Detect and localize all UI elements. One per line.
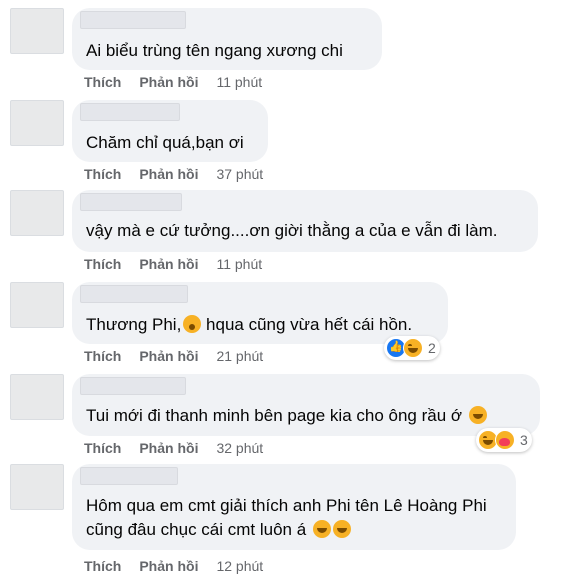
comment-text-part: Tui mới đi thanh minh bên page kia cho ô… [86, 406, 463, 425]
redacted-author-name[interactable] [80, 467, 178, 485]
comment-actions: Thích Phản hồi 11 phút [84, 256, 262, 272]
comment-text-part: Thương Phi, [86, 315, 182, 334]
haha-icon [403, 338, 423, 358]
like-button[interactable]: Thích [84, 74, 121, 90]
avatar[interactable] [10, 100, 64, 146]
care-icon [495, 430, 515, 450]
comment-text: Hôm qua em cmt giải thích anh Phi tên Lê… [86, 494, 487, 542]
rofl-face-icon [312, 520, 331, 538]
like-button[interactable]: Thích [84, 558, 121, 574]
reply-button[interactable]: Phản hồi [139, 74, 198, 90]
comment-actions: Thích Phản hồi 12 phút [84, 558, 263, 574]
comment-text-part: cũng đâu chục cái cmt luôn á [86, 520, 307, 539]
avatar[interactable] [10, 374, 64, 420]
comment-bubble: Ai biểu trùng tên ngang xương chi [72, 8, 382, 70]
reaction-summary[interactable]: 3 [476, 428, 532, 452]
comment-text: Chăm chỉ quá,bạn ơi [86, 133, 244, 152]
redacted-author-name[interactable] [80, 11, 186, 29]
rofl-face-icon [332, 520, 351, 538]
comment-timestamp[interactable]: 32 phút [216, 440, 263, 456]
like-button[interactable]: Thích [84, 166, 121, 182]
comment-bubble: Tui mới đi thanh minh bên page kia cho ô… [72, 374, 540, 436]
comment-text-part: hqua cũng vừa hết cái hồn. [206, 315, 413, 334]
like-button[interactable]: Thích [84, 348, 121, 364]
comment-timestamp[interactable]: 21 phút [216, 348, 263, 364]
comment-bubble: Chăm chỉ quá,bạn ơi [72, 100, 268, 162]
comment-actions: Thích Phản hồi 37 phút [84, 166, 263, 182]
reaction-summary[interactable]: 2 [384, 336, 440, 360]
comment-bubble: Hôm qua em cmt giải thích anh Phi tên Lê… [72, 464, 516, 550]
reply-button[interactable]: Phản hồi [139, 440, 198, 456]
like-button[interactable]: Thích [84, 440, 121, 456]
comment-timestamp[interactable]: 11 phút [216, 74, 262, 90]
redacted-author-name[interactable] [80, 377, 186, 395]
reply-button[interactable]: Phản hồi [139, 558, 198, 574]
comment-timestamp[interactable]: 12 phút [216, 558, 263, 574]
comment-text: vậy mà e cứ tưởng....ơn giời thằng a của… [86, 221, 498, 240]
comment-text-line: Hôm qua em cmt giải thích anh Phi tên Lê… [86, 496, 487, 515]
comment-timestamp[interactable]: 37 phút [216, 166, 263, 182]
avatar[interactable] [10, 464, 64, 510]
like-button[interactable]: Thích [84, 256, 121, 272]
reaction-count: 2 [428, 340, 436, 356]
comment-actions: Thích Phản hồi 32 phút [84, 440, 263, 456]
comment-actions: Thích Phản hồi 21 phút [84, 348, 263, 364]
reply-button[interactable]: Phản hồi [139, 256, 198, 272]
shocked-face-icon [183, 315, 202, 333]
redacted-author-name[interactable] [80, 103, 180, 121]
comment-text: Thương Phi, hqua cũng vừa hết cái hồn. [86, 313, 412, 337]
avatar[interactable] [10, 282, 64, 328]
reply-button[interactable]: Phản hồi [139, 166, 198, 182]
comment-timestamp[interactable]: 11 phút [216, 256, 262, 272]
reply-button[interactable]: Phản hồi [139, 348, 198, 364]
avatar[interactable] [10, 8, 64, 54]
rofl-face-icon [468, 406, 487, 424]
comment-bubble: Thương Phi, hqua cũng vừa hết cái hồn. [72, 282, 448, 344]
avatar[interactable] [10, 190, 64, 236]
redacted-author-name[interactable] [80, 193, 182, 211]
comment-bubble: vậy mà e cứ tưởng....ơn giời thằng a của… [72, 190, 538, 252]
comment-text-line-2: cũng đâu chục cái cmt luôn á [86, 518, 487, 542]
comment-text: Ai biểu trùng tên ngang xương chi [86, 41, 343, 60]
comment-actions: Thích Phản hồi 11 phút [84, 74, 262, 90]
redacted-author-name[interactable] [80, 285, 188, 303]
reaction-count: 3 [520, 432, 528, 448]
comment-text: Tui mới đi thanh minh bên page kia cho ô… [86, 404, 487, 428]
